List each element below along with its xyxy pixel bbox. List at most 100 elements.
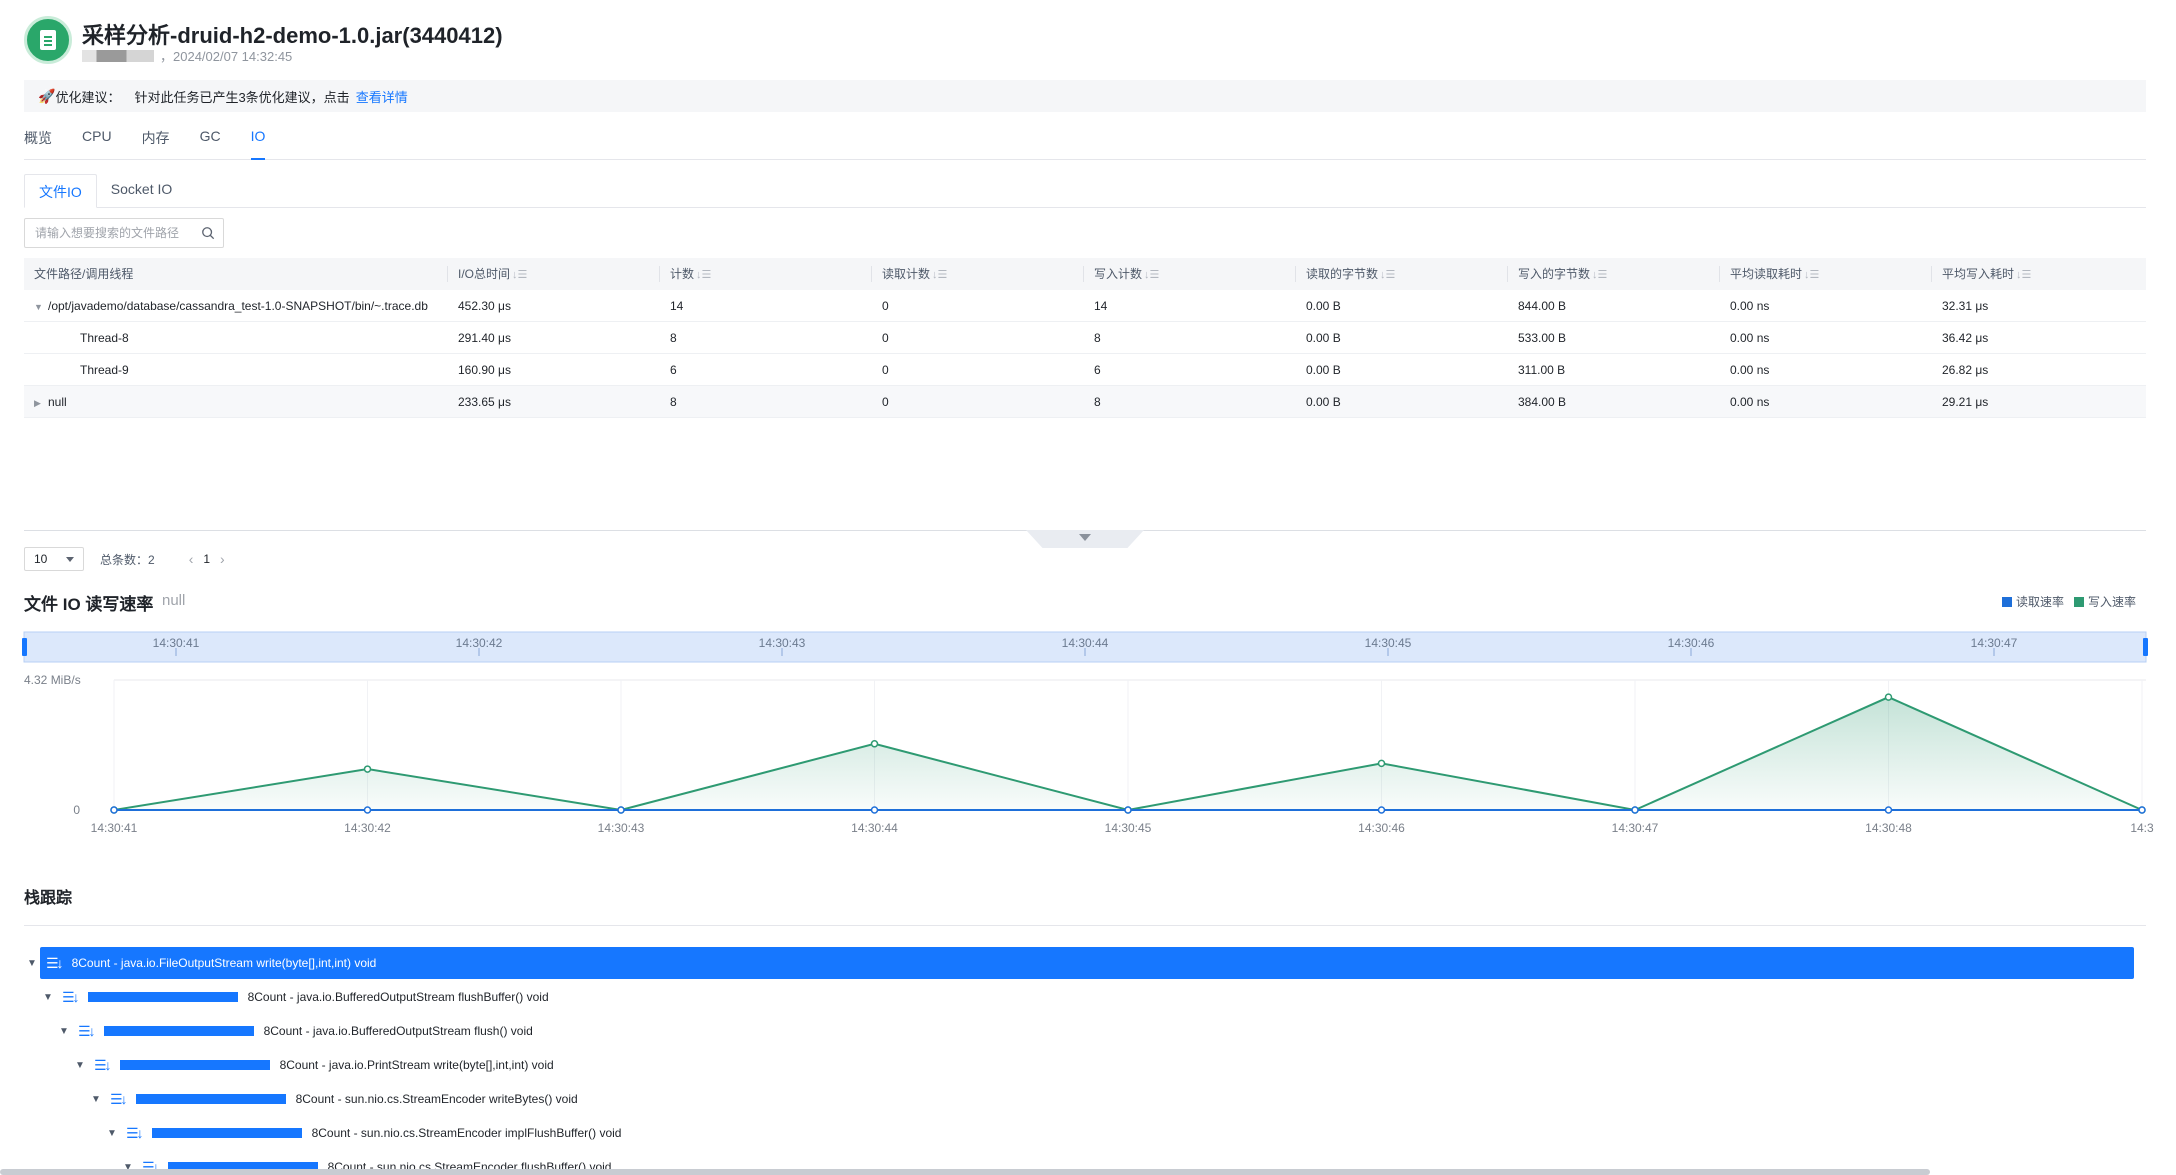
- column-header[interactable]: 计数 ↓☰: [660, 266, 872, 282]
- column-header[interactable]: 平均写入耗时 ↓☰: [1932, 266, 2146, 282]
- advice-banner: 🚀 优化建议： 针对此任务已产生3条优化建议，点击 查看详情: [24, 80, 2146, 112]
- view-details-link[interactable]: 查看详情: [356, 87, 408, 106]
- column-header[interactable]: 写入的字节数 ↓☰: [1508, 266, 1720, 282]
- expand-toggle-icon[interactable]: ▼: [40, 992, 56, 1003]
- column-header[interactable]: I/O总时间 ↓☰: [448, 266, 660, 282]
- stack-trace-title: 栈跟踪: [24, 890, 73, 907]
- tab-gc[interactable]: GC: [200, 128, 221, 159]
- x-tick-label: 14:30:48: [1865, 821, 1912, 835]
- count-bar: [151, 1128, 302, 1138]
- stack-frame-body[interactable]: ☰↓ 8Count - java.io.BufferedOutputStream …: [72, 1015, 2134, 1047]
- table-row[interactable]: Thread-9 160.90 μs 6 0 6 0.00 B 311.00 B…: [24, 354, 2146, 386]
- stack-frame-row[interactable]: ▼ ☰↓ 8Count - sun.nio.cs.StreamEncoder imp…: [24, 1116, 2134, 1150]
- analysis-tabs: 概览 CPU 内存 GC IO: [24, 128, 2146, 160]
- data-point-read: [363, 806, 372, 814]
- advice-label: 优化建议：: [55, 89, 121, 105]
- expand-toggle-icon[interactable]: ▼: [56, 1026, 72, 1037]
- column-header[interactable]: 写入计数 ↓☰: [1084, 266, 1296, 282]
- table-row[interactable]: Thread-8 291.40 μs 8 0 8 0.00 B 533.00 B…: [24, 322, 2146, 354]
- data-point-read: [1377, 806, 1386, 814]
- stack-frame-label: 8Count - java.io.BufferedOutputStream fl…: [247, 990, 549, 1004]
- io-rate-chart: 14:30:41 14:30:42 14:30:43 14:30:44 14:30:45…: [22, 631, 2154, 835]
- column-header[interactable]: 平均读取耗时 ↓☰: [1720, 266, 1932, 282]
- sort-icon[interactable]: ↓☰: [1380, 269, 1395, 281]
- horizontal-scrollbar[interactable]: [0, 1169, 1930, 1175]
- next-page-icon[interactable]: ›: [220, 551, 225, 567]
- expand-toggle-icon[interactable]: ▼: [24, 958, 40, 969]
- brush-tick-label: 14:30:47: [1971, 636, 2018, 650]
- column-header[interactable]: 文件路径/调用线程: [24, 266, 448, 282]
- count-bar: [87, 992, 238, 1002]
- x-tick-label: 14:30:44: [851, 821, 898, 835]
- tab-cpu[interactable]: CPU: [82, 128, 112, 159]
- sort-desc-icon: ☰↓: [78, 1022, 96, 1039]
- stack-frame-row[interactable]: ▼ ☰↓ 8Count - java.io.PrintStream write(by…: [24, 1048, 2134, 1082]
- stack-frame-row[interactable]: ▼ ☰↓ 8Count - java.io.FileOutputStream wri…: [24, 946, 2134, 980]
- expand-toggle-icon[interactable]: ▼: [88, 1094, 104, 1105]
- legend-item-write[interactable]: 写入速率: [2073, 593, 2136, 610]
- expand-toggle-icon[interactable]: ▼: [104, 1128, 120, 1139]
- stack-frame-body[interactable]: ☰↓ 8Count - sun.nio.cs.StreamEncoder impl…: [120, 1117, 2134, 1149]
- timestamp: ，2024/02/07 14:32:45: [160, 49, 293, 64]
- data-point-write: [1884, 693, 1893, 701]
- count-bar: [119, 1060, 270, 1070]
- stack-frame-row[interactable]: ▼ ☰↓ 8Count - java.io.BufferedOutputStream…: [24, 1014, 2134, 1048]
- sort-icon[interactable]: ↓☰: [1804, 269, 1819, 281]
- sort-icon[interactable]: ↓☰: [2016, 269, 2031, 281]
- sort-icon[interactable]: ↓☰: [696, 269, 711, 281]
- tab-memory[interactable]: 内存: [142, 128, 170, 159]
- stack-frame-row[interactable]: ▼ ☰↓ 8Count - java.io.BufferedOutputStream…: [24, 980, 2134, 1014]
- sampling-report-icon: [24, 16, 72, 64]
- tab-overview[interactable]: 概览: [24, 128, 52, 159]
- prev-page-icon[interactable]: ‹: [189, 551, 194, 567]
- sort-icon[interactable]: ↓☰: [1592, 269, 1607, 281]
- collapse-caret-icon[interactable]: ▼: [34, 302, 48, 312]
- subtab-socket-io[interactable]: Socket IO: [97, 174, 186, 207]
- brush-tick-label: 14:30:43: [759, 636, 806, 650]
- stack-frame-body[interactable]: ☰↓ 8Count - java.io.FileOutputStream writ…: [40, 947, 2134, 979]
- tab-io[interactable]: IO: [250, 128, 265, 160]
- data-point-write: [870, 740, 879, 748]
- stack-frame-body[interactable]: ☰↓ 8Count - sun.nio.cs.StreamEncoder writ…: [104, 1083, 2134, 1115]
- x-tick-label: 14:30:46: [1358, 821, 1405, 835]
- table-row[interactable]: ▼/opt/javademo/database/cassandra_test-1…: [24, 290, 2146, 322]
- expand-caret-icon[interactable]: ▶: [34, 398, 48, 409]
- collapse-handle-icon[interactable]: [1026, 530, 1144, 548]
- current-page[interactable]: 1: [203, 552, 210, 566]
- stack-divider: [24, 925, 2146, 926]
- subtab-file-io[interactable]: 文件IO: [24, 174, 97, 208]
- stack-frame-body[interactable]: ☰↓ 8Count - java.io.PrintStream write(byt…: [88, 1049, 2134, 1081]
- stack-frame-row[interactable]: ▼ ☰↓ 8Count - sun.nio.cs.StreamEncoder wri…: [24, 1082, 2134, 1116]
- column-header[interactable]: 读取计数 ↓☰: [872, 266, 1084, 282]
- data-point-read: [1631, 806, 1639, 814]
- data-point-read: [1884, 806, 1893, 814]
- header: 采样分析-druid-h2-demo-1.0.jar(3440412) ，202…: [24, 16, 1624, 72]
- data-point-read: [2138, 806, 2146, 814]
- column-header[interactable]: 读取的字节数 ↓☰: [1296, 266, 1508, 282]
- page-meta: ，2024/02/07 14:32:45: [82, 46, 292, 65]
- sort-icon[interactable]: ↓☰: [1144, 269, 1159, 281]
- sort-desc-icon: ☰↓: [94, 1056, 112, 1073]
- redacted-user: [82, 49, 154, 62]
- y-tick-label: 4.32 MiB/s: [24, 673, 81, 687]
- sort-icon[interactable]: ↓☰: [512, 269, 527, 281]
- stack-frame-label: 8Count - java.io.PrintStream write(byte[…: [279, 1058, 554, 1072]
- table-row[interactable]: ▶ null 233.65 μs 8 0 8 0.00 B 384.00 B 0.…: [24, 386, 2146, 418]
- legend-item-read[interactable]: 读取速率: [2001, 593, 2064, 610]
- stack-frame-label: 8Count - java.io.FileOutputStream write(…: [71, 956, 377, 970]
- sort-icon[interactable]: ↓☰: [932, 269, 947, 281]
- search-input[interactable]: [35, 226, 195, 240]
- stack-frame-label: 8Count - sun.nio.cs.StreamEncoder implFl…: [311, 1126, 622, 1140]
- table-header: 文件路径/调用线程 I/O总时间 ↓☰ 计数 ↓☰ 读取计数 ↓☰ 写入计数 ↓☰ 读取…: [24, 258, 2146, 290]
- rocket-icon: 🚀: [38, 87, 56, 104]
- brush-tick-label: 14:30:46: [1668, 636, 1715, 650]
- search-icon[interactable]: [201, 226, 215, 240]
- sort-desc-icon: ☰↓: [126, 1124, 144, 1141]
- expand-toggle-icon[interactable]: ▼: [72, 1060, 88, 1071]
- data-point-read: [110, 806, 118, 814]
- brush-tick-label: 14:30:42: [456, 636, 503, 650]
- x-tick-label: 14:30:41: [91, 821, 138, 835]
- page-size-select[interactable]: 10: [24, 547, 84, 571]
- stack-frame-body[interactable]: ☰↓ 8Count - java.io.BufferedOutputStream …: [56, 981, 2134, 1013]
- advice-text: 针对此任务已产生3条优化建议，点击: [134, 89, 350, 105]
